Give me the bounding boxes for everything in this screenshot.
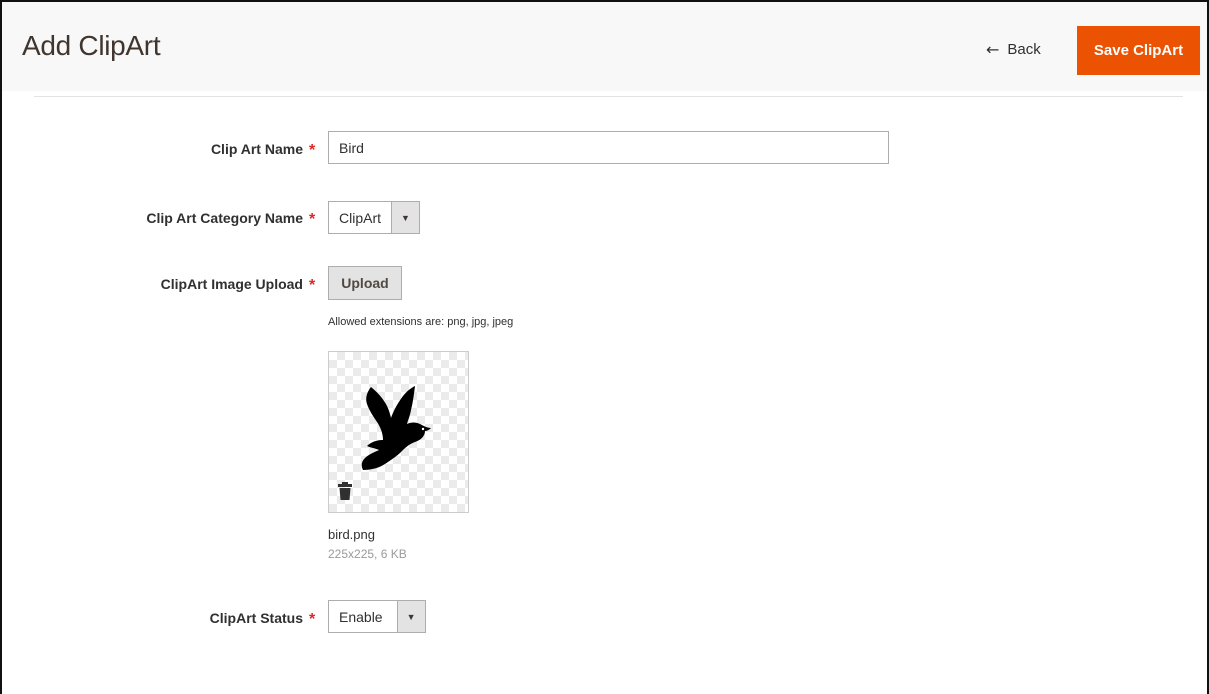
page-title: Add ClipArt — [22, 30, 161, 61]
file-meta: 225x225, 6 KB — [328, 547, 407, 561]
image-preview — [328, 351, 469, 513]
category-selected-value: ClipArt — [329, 202, 393, 233]
clipart-status-select[interactable]: Enable ▼ — [328, 600, 426, 633]
clip-art-name-label: Clip Art Name — [210, 141, 303, 157]
clip-art-category-select[interactable]: ClipArt ▼ — [328, 201, 421, 234]
save-clipart-button[interactable]: Save ClipArt — [1077, 26, 1200, 75]
clipart-status-label: ClipArt Status — [209, 610, 303, 626]
clip-art-category-label: Clip Art Category Name — [146, 210, 303, 226]
chevron-down-icon: ▼ — [392, 202, 420, 233]
bird-image — [361, 386, 431, 470]
window-frame — [0, 0, 1209, 694]
chevron-down-icon: ▼ — [397, 601, 425, 632]
allowed-extensions-hint: Allowed extensions are: png, jpg, jpeg — [328, 316, 514, 328]
left-arrow-icon: ← — [986, 40, 1000, 59]
header-divider — [34, 96, 1183, 97]
status-selected-value: Enable — [329, 601, 398, 632]
required-marker: * — [309, 277, 316, 294]
clipart-image-upload-label: ClipArt Image Upload — [160, 276, 303, 292]
file-name: bird.png — [328, 527, 375, 542]
clip-art-name-input[interactable] — [328, 131, 889, 164]
required-marker: * — [309, 211, 316, 228]
page-header: Add ClipArt ← Back Save ClipArt — [2, 2, 1207, 91]
back-button[interactable]: ← Back — [986, 40, 1041, 59]
back-label: Back — [1007, 41, 1041, 58]
delete-image-button[interactable] — [338, 482, 352, 505]
upload-button[interactable]: Upload — [328, 266, 402, 300]
required-marker: * — [309, 142, 316, 159]
required-marker: * — [309, 611, 316, 628]
trash-icon — [338, 482, 352, 500]
